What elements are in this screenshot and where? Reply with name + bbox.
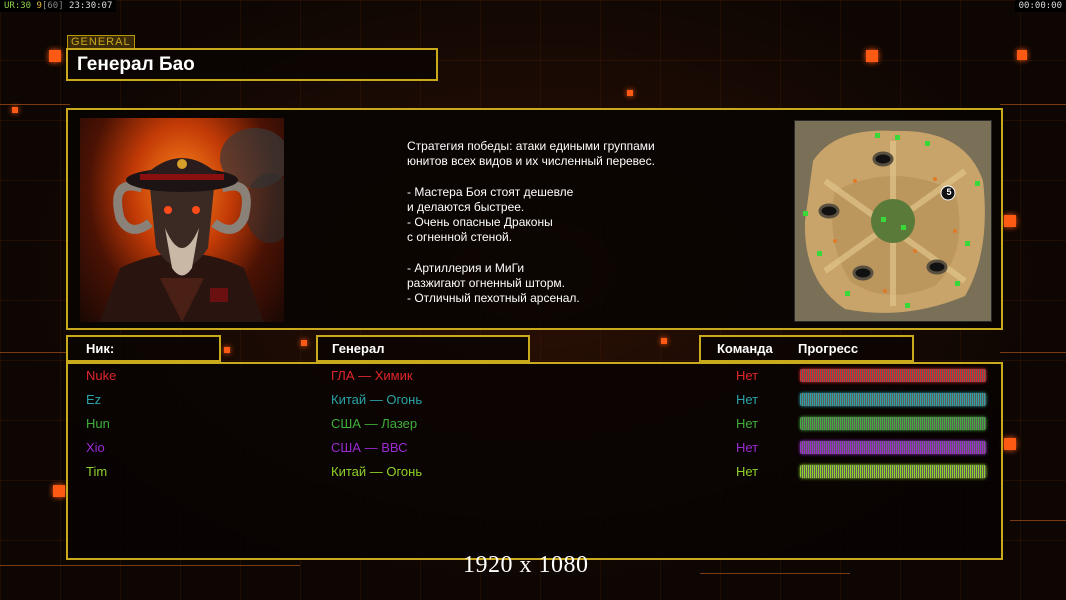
column-nick-label: Ник: xyxy=(86,341,115,356)
description-line: - Артиллерия и МиГи xyxy=(407,260,525,275)
general-info-panel: Стратегия победы: атаки едиными группами… xyxy=(66,108,1003,330)
decor-square xyxy=(301,340,307,346)
status-clock: 23:30:07 xyxy=(69,1,113,11)
resolution-label: 1920 x 1080 xyxy=(463,552,589,578)
decor-square xyxy=(1017,50,1027,60)
player-nick: Ez xyxy=(86,392,102,407)
general-portrait xyxy=(80,118,284,322)
decor-square xyxy=(661,338,667,344)
description-line: - Отличный пехотный арсенал. xyxy=(407,291,580,305)
decor-line xyxy=(0,104,70,105)
player-general: США — Лазер xyxy=(331,416,418,431)
column-header-general: Генерал xyxy=(316,335,530,362)
column-progress-label: Прогресс xyxy=(798,341,859,356)
player-progress-bar xyxy=(800,417,986,430)
column-header-nick: Ник: xyxy=(66,335,221,362)
description-line: Стратегия победы: атаки едиными группами xyxy=(407,139,655,153)
players-panel: Nuke ГЛА — Химик Нет Ez Китай — Огонь Не… xyxy=(66,362,1003,560)
player-team: Нет xyxy=(736,440,759,455)
decor-line xyxy=(1000,352,1066,353)
decor-square xyxy=(49,50,61,62)
player-progress-bar xyxy=(800,393,986,406)
decor-square xyxy=(1004,215,1016,227)
player-general: США — ВВС xyxy=(331,440,408,455)
decor-line xyxy=(0,565,300,566)
player-team: Нет xyxy=(736,368,759,383)
description-line xyxy=(407,245,767,260)
description-line: и делаются быстрее. xyxy=(407,199,525,214)
column-general-label: Генерал xyxy=(332,341,385,356)
player-nick: Hun xyxy=(86,416,110,431)
player-nick: Xio xyxy=(86,440,105,455)
description-line: - Очень опасные Драконы xyxy=(407,215,553,229)
general-title: Генерал Бао xyxy=(77,54,195,75)
decor-line xyxy=(1000,104,1066,105)
decor-square xyxy=(866,50,878,62)
decor-square xyxy=(224,347,230,353)
status-bracket: [60] xyxy=(41,1,64,11)
player-row: Ez Китай — Огонь Нет xyxy=(68,390,1001,414)
player-progress-bar xyxy=(800,441,986,454)
decor-square xyxy=(627,90,633,96)
description-line: разжигают огненный шторм. xyxy=(407,275,565,290)
player-progress-bar xyxy=(800,465,986,478)
player-general: ГЛА — Химик xyxy=(331,368,413,383)
decor-square xyxy=(53,485,65,497)
general-title-box: Генерал Бао xyxy=(66,48,438,81)
status-readout-left: UR:30 9[60] 23:30:07 xyxy=(0,0,117,12)
player-team: Нет xyxy=(736,464,759,479)
column-header-team-progress: Команда Прогресс xyxy=(699,335,914,362)
portrait-illustration xyxy=(100,128,284,322)
map-preview: 5 xyxy=(794,120,992,322)
player-nick: Tim xyxy=(86,464,108,479)
description-line xyxy=(407,169,767,184)
description-line: юнитов всех видов и их численный перевес… xyxy=(407,154,655,169)
decor-line xyxy=(1010,520,1066,521)
player-row: Hun США — Лазер Нет xyxy=(68,414,1001,438)
player-general: Китай — Огонь xyxy=(331,392,423,407)
player-team: Нет xyxy=(736,392,759,407)
player-row: Nuke ГЛА — Химик Нет xyxy=(68,366,1001,390)
player-nick: Nuke xyxy=(86,368,117,383)
decor-square xyxy=(1004,438,1016,450)
status-timer: 00:00:00 xyxy=(1014,0,1066,12)
player-progress-bar xyxy=(800,369,986,382)
description-line: - Мастера Боя стоят дешевле xyxy=(407,184,574,199)
decor-line xyxy=(700,573,850,574)
decor-square xyxy=(12,107,18,113)
player-row: Xio США — ВВС Нет xyxy=(68,438,1001,462)
player-row: Tim Китай — Огонь Нет xyxy=(68,462,1001,486)
status-ur: UR:30 xyxy=(4,1,32,11)
player-general: Китай — Огонь xyxy=(331,464,423,479)
general-tag: GENERAL xyxy=(67,35,135,49)
map-illustration xyxy=(795,121,991,321)
description-line: с огненной стеной. xyxy=(407,230,513,245)
decor-line xyxy=(0,352,66,353)
player-team: Нет xyxy=(736,416,759,431)
map-start-marker: 5 xyxy=(946,187,952,197)
column-team-label: Команда xyxy=(717,341,773,356)
general-description: Стратегия победы: атаки едиными группами… xyxy=(407,139,767,306)
